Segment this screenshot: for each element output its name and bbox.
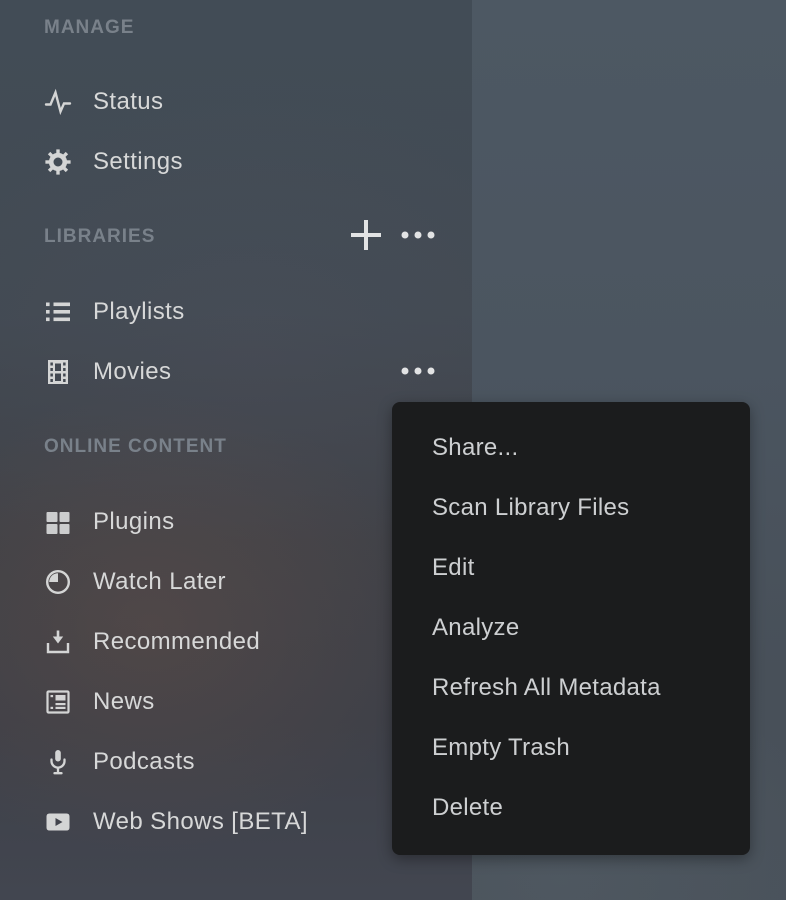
sidebar-item-label: Watch Later — [93, 568, 226, 596]
plex-sidebar-screen: MANAGE Status — [0, 0, 786, 900]
menu-item-empty-trash[interactable]: Empty Trash — [392, 718, 750, 778]
plus-icon — [348, 217, 384, 253]
sidebar-item-label: Recommended — [93, 628, 260, 656]
libraries-more-button[interactable] — [400, 217, 436, 253]
library-context-menu: Share... Scan Library Files Edit Analyze… — [392, 402, 750, 855]
sidebar-item-plugins[interactable]: Plugins — [44, 492, 424, 552]
menu-item-analyze[interactable]: Analyze — [392, 598, 750, 658]
sidebar-item-web-shows[interactable]: Web Shows [BETA] — [44, 792, 424, 852]
sidebar-item-status[interactable]: Status — [44, 72, 424, 132]
gear-icon — [44, 148, 72, 176]
section-header-online-content: ONLINE CONTENT — [44, 432, 227, 462]
sidebar-item-label: Playlists — [93, 298, 185, 326]
clock-icon — [44, 568, 72, 596]
movies-more-button[interactable] — [400, 353, 436, 389]
sidebar-item-label: Settings — [93, 148, 183, 176]
section-header-manage: MANAGE — [44, 13, 134, 43]
playlist-icon — [44, 298, 72, 326]
add-library-button[interactable] — [348, 217, 384, 253]
sidebar-item-playlists[interactable]: Playlists — [44, 282, 424, 342]
section-header-libraries: LIBRARIES — [44, 222, 155, 252]
download-icon — [44, 628, 72, 656]
news-icon — [44, 688, 72, 716]
sidebar-item-label: Web Shows [BETA] — [93, 808, 308, 836]
film-icon — [44, 358, 72, 386]
sidebar-item-label: Plugins — [93, 508, 175, 536]
grid-icon — [44, 508, 72, 536]
sidebar-item-watch-later[interactable]: Watch Later — [44, 552, 424, 612]
menu-item-edit[interactable]: Edit — [392, 538, 750, 598]
sidebar-item-news[interactable]: News — [44, 672, 424, 732]
mic-icon — [44, 748, 72, 776]
menu-item-delete[interactable]: Delete — [392, 778, 750, 838]
ellipsis-icon — [400, 353, 436, 389]
sidebar-item-label: Podcasts — [93, 748, 195, 776]
sidebar-item-label: News — [93, 688, 155, 716]
play-box-icon — [44, 808, 72, 836]
sidebar-item-podcasts[interactable]: Podcasts — [44, 732, 424, 792]
ellipsis-icon — [400, 217, 436, 253]
activity-icon — [44, 88, 72, 116]
sidebar-item-movies[interactable]: Movies — [44, 342, 424, 402]
sidebar-item-settings[interactable]: Settings — [44, 132, 424, 192]
sidebar-item-label: Status — [93, 88, 163, 116]
sidebar-item-recommended[interactable]: Recommended — [44, 612, 424, 672]
menu-item-refresh-all-metadata[interactable]: Refresh All Metadata — [392, 658, 750, 718]
menu-item-scan-library-files[interactable]: Scan Library Files — [392, 478, 750, 538]
menu-item-share[interactable]: Share... — [392, 418, 750, 478]
sidebar-item-label: Movies — [93, 358, 171, 386]
